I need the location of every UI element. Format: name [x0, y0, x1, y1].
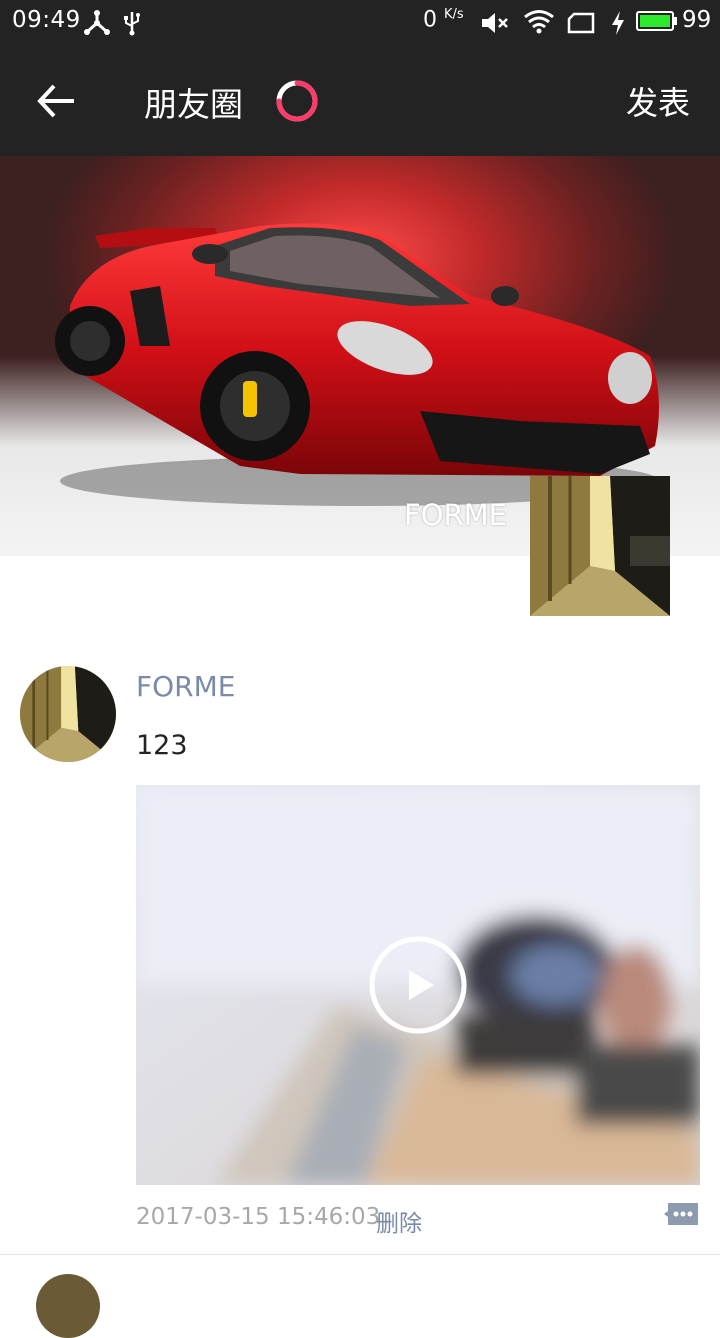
profile-avatar[interactable]: [530, 476, 670, 616]
battery-icon: [636, 11, 674, 31]
publish-button[interactable]: 发表: [626, 78, 690, 124]
status-time: 09:49: [12, 7, 81, 33]
comment-menu-icon[interactable]: [664, 1201, 700, 1227]
usb-icon: [124, 12, 140, 36]
mute-icon: [482, 13, 508, 33]
loading-spinner-icon: [276, 80, 318, 122]
share-node-icon: [84, 10, 110, 35]
play-icon[interactable]: [368, 935, 468, 1035]
back-arrow-icon[interactable]: [32, 78, 82, 124]
corridor-image: [530, 476, 670, 616]
battery-level: 99: [682, 7, 712, 33]
post-divider: [0, 1254, 720, 1255]
wifi-icon: [524, 10, 554, 34]
title-bar: 朋友圈 发表: [0, 48, 720, 156]
next-post-avatar[interactable]: [36, 1274, 100, 1338]
post-avatar[interactable]: [20, 666, 116, 762]
battery-cap: [674, 17, 677, 25]
delete-post-button[interactable]: 删除: [376, 1204, 422, 1238]
sim-card-icon: [567, 12, 595, 34]
post-user-name[interactable]: FORME: [136, 670, 235, 703]
charging-icon: [612, 11, 624, 35]
status-bar: 09:49 0 K/s 99: [0, 0, 720, 48]
post-timestamp: 2017-03-15 15:46:03: [136, 1204, 381, 1230]
cover-user-name: FORME: [404, 498, 508, 532]
page-title: 朋友圈: [144, 85, 243, 124]
network-speed: 0 K/s: [423, 7, 464, 33]
post-text: 123: [136, 730, 188, 761]
corridor-image: [20, 666, 116, 762]
